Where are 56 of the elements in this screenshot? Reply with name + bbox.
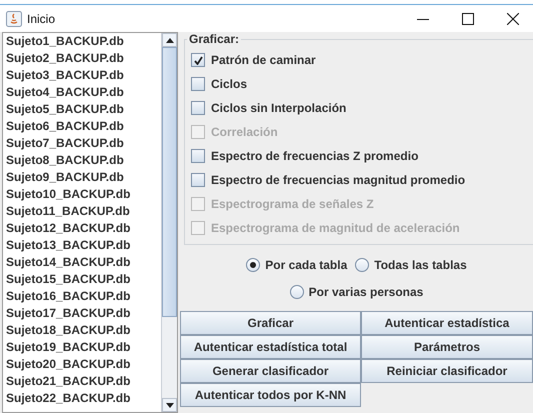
list-item[interactable]: Sujeto17_BACKUP.db (3, 305, 161, 322)
list-item[interactable]: Sujeto6_BACKUP.db (3, 118, 161, 135)
maximize-icon[interactable] (462, 12, 474, 24)
scrollbar[interactable] (161, 33, 177, 412)
radio-button[interactable] (355, 258, 370, 272)
list-item[interactable]: Sujeto8_BACKUP.db (3, 152, 161, 169)
list-item[interactable]: Sujeto18_BACKUP.db (3, 322, 161, 339)
window-title: Inicio (27, 12, 56, 26)
list-item[interactable]: Sujeto5_BACKUP.db (3, 101, 161, 118)
close-icon[interactable] (507, 12, 519, 24)
action-button[interactable]: Autenticar estadística total (180, 335, 361, 359)
radio-button[interactable] (246, 258, 260, 272)
checkbox-label[interactable]: Ciclos sin Interpolación (211, 101, 346, 115)
checkbox-label[interactable]: Espectro de frecuencias magnitud promedio (211, 173, 466, 187)
list-item[interactable]: Sujeto10_BACKUP.db (3, 186, 161, 203)
checkbox[interactable] (191, 173, 205, 187)
action-button[interactable]: Parámetros (361, 335, 533, 359)
list-item[interactable]: Sujeto7_BACKUP.db (3, 135, 161, 152)
action-button[interactable]: Autenticar todos por K-NN (180, 383, 361, 407)
list-item[interactable]: Sujeto1_BACKUP.db (3, 33, 161, 50)
list-item[interactable]: Sujeto2_BACKUP.db (3, 50, 161, 67)
radio-label[interactable]: Por varias personas (308, 284, 424, 298)
radio-button[interactable] (290, 284, 304, 298)
radio-label[interactable]: Todas las tablas (374, 258, 467, 272)
checkbox[interactable] (191, 101, 205, 115)
list-item[interactable]: Sujeto21_BACKUP.db (3, 373, 161, 390)
list-item[interactable]: Sujeto13_BACKUP.db (3, 237, 161, 254)
checkbox-label[interactable]: Espectro de frecuencias Z promedio (211, 149, 418, 163)
action-button[interactable]: Graficar (180, 311, 361, 335)
action-button[interactable]: Reiniciar clasificador (361, 359, 533, 383)
checkbox-label[interactable]: Ciclos (211, 77, 248, 91)
list-item[interactable]: Sujeto20_BACKUP.db (3, 356, 161, 373)
action-button[interactable]: Autenticar estadística (361, 311, 533, 335)
radio-label[interactable]: Por cada tabla (265, 258, 348, 272)
group-title: Graficar: (188, 32, 240, 46)
down-arrow-icon (166, 402, 174, 408)
list-item[interactable]: Sujeto4_BACKUP.db (3, 84, 161, 101)
checkbox[interactable] (191, 149, 205, 163)
action-button[interactable]: Generar clasificador (180, 359, 361, 383)
list-item[interactable]: Sujeto12_BACKUP.db (3, 220, 161, 237)
scroll-up-button[interactable] (162, 33, 177, 47)
list-item[interactable]: Sujeto19_BACKUP.db (3, 339, 161, 356)
list-item[interactable]: Sujeto15_BACKUP.db (3, 271, 161, 288)
scroll-down-button[interactable] (162, 398, 177, 412)
checkbox[interactable] (191, 53, 205, 67)
checkbox[interactable] (191, 77, 205, 91)
checkbox-label[interactable]: Patrón de caminar (211, 53, 316, 67)
list-item[interactable]: Sujeto9_BACKUP.db (3, 169, 161, 186)
scrollbar-thumb[interactable] (162, 47, 177, 317)
list-item[interactable]: Sujeto22_BACKUP.db (3, 390, 161, 407)
app-icon (6, 10, 22, 26)
list-item[interactable]: Sujeto16_BACKUP.db (3, 288, 161, 305)
list-item[interactable]: Sujeto14_BACKUP.db (3, 254, 161, 271)
up-arrow-icon (166, 38, 174, 42)
list-item[interactable]: Sujeto11_BACKUP.db (3, 203, 161, 220)
list-item[interactable]: Sujeto3_BACKUP.db (3, 67, 161, 84)
